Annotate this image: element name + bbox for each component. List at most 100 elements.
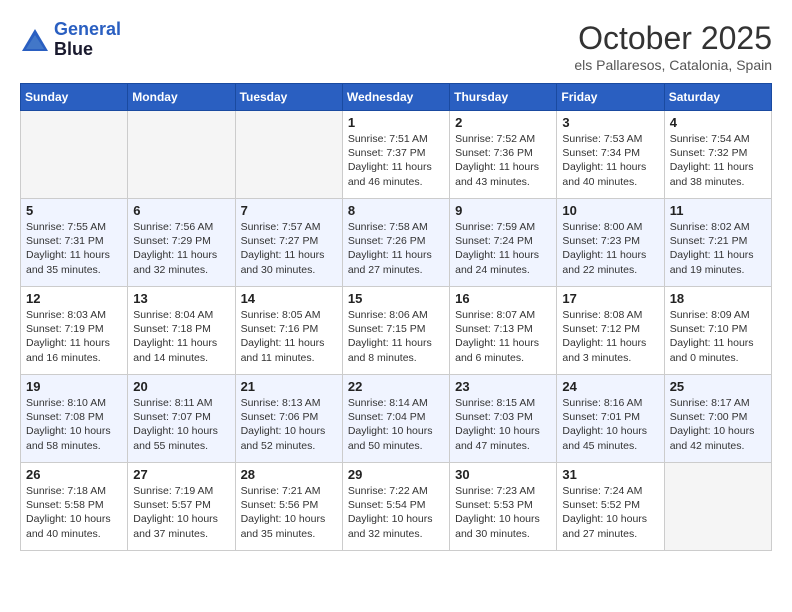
day-info: Sunrise: 8:08 AM Sunset: 7:12 PM Dayligh… [562, 308, 658, 365]
day-info: Sunrise: 8:15 AM Sunset: 7:03 PM Dayligh… [455, 396, 551, 453]
day-number: 7 [241, 203, 337, 218]
logo-text: General Blue [54, 20, 121, 60]
day-number: 23 [455, 379, 551, 394]
day-number: 26 [26, 467, 122, 482]
calendar-cell [128, 111, 235, 199]
day-info: Sunrise: 7:23 AM Sunset: 5:53 PM Dayligh… [455, 484, 551, 541]
day-info: Sunrise: 8:14 AM Sunset: 7:04 PM Dayligh… [348, 396, 444, 453]
calendar-cell: 13 Sunrise: 8:04 AM Sunset: 7:18 PM Dayli… [128, 287, 235, 375]
calendar-cell: 11Sunrise: 8:02 AM Sunset: 7:21 PM Dayli… [664, 199, 771, 287]
day-info: Sunrise: 7:51 AM Sunset: 7:37 PM Dayligh… [348, 132, 444, 189]
calendar-week-3: 19 Sunrise: 8:10 AM Sunset: 7:08 PM Dayli… [21, 375, 772, 463]
location: els Pallaresos, Catalonia, Spain [574, 57, 772, 73]
day-info: Sunrise: 7:55 AM Sunset: 7:31 PM Dayligh… [26, 220, 122, 277]
day-info: Sunrise: 8:17 AM Sunset: 7:00 PM Dayligh… [670, 396, 766, 453]
calendar: SundayMondayTuesdayWednesdayThursdayFrid… [20, 83, 772, 551]
day-info: Sunrise: 7:53 AM Sunset: 7:34 PM Dayligh… [562, 132, 658, 189]
calendar-cell [235, 111, 342, 199]
weekday-header-saturday: Saturday [664, 84, 771, 111]
calendar-cell: 5 Sunrise: 7:55 AM Sunset: 7:31 PM Daylig… [21, 199, 128, 287]
calendar-cell: 27 Sunrise: 7:19 AM Sunset: 5:57 PM Dayli… [128, 463, 235, 551]
logo-icon [20, 25, 50, 55]
day-info: Sunrise: 7:52 AM Sunset: 7:36 PM Dayligh… [455, 132, 551, 189]
calendar-cell: 22 Sunrise: 8:14 AM Sunset: 7:04 PM Dayli… [342, 375, 449, 463]
calendar-cell: 26 Sunrise: 7:18 AM Sunset: 5:58 PM Dayli… [21, 463, 128, 551]
day-number: 18 [670, 291, 766, 306]
day-number: 10 [562, 203, 658, 218]
calendar-cell: 20 Sunrise: 8:11 AM Sunset: 7:07 PM Dayli… [128, 375, 235, 463]
day-info: Sunrise: 8:10 AM Sunset: 7:08 PM Dayligh… [26, 396, 122, 453]
calendar-cell: 9 Sunrise: 7:59 AM Sunset: 7:24 PM Daylig… [450, 199, 557, 287]
day-info: Sunrise: 7:19 AM Sunset: 5:57 PM Dayligh… [133, 484, 229, 541]
day-info: Sunrise: 7:22 AM Sunset: 5:54 PM Dayligh… [348, 484, 444, 541]
calendar-week-2: 12Sunrise: 8:03 AM Sunset: 7:19 PM Dayli… [21, 287, 772, 375]
day-number: 8 [348, 203, 444, 218]
calendar-cell: 10 Sunrise: 8:00 AM Sunset: 7:23 PM Dayli… [557, 199, 664, 287]
day-number: 6 [133, 203, 229, 218]
calendar-cell: 2 Sunrise: 7:52 AM Sunset: 7:36 PM Daylig… [450, 111, 557, 199]
day-number: 11 [670, 203, 766, 218]
day-info: Sunrise: 8:09 AM Sunset: 7:10 PM Dayligh… [670, 308, 766, 365]
logo: General Blue [20, 20, 121, 60]
day-number: 25 [670, 379, 766, 394]
calendar-cell: 24Sunrise: 8:16 AM Sunset: 7:01 PM Dayli… [557, 375, 664, 463]
weekday-header-monday: Monday [128, 84, 235, 111]
day-number: 29 [348, 467, 444, 482]
day-number: 14 [241, 291, 337, 306]
day-info: Sunrise: 8:05 AM Sunset: 7:16 PM Dayligh… [241, 308, 337, 365]
day-info: Sunrise: 7:21 AM Sunset: 5:56 PM Dayligh… [241, 484, 337, 541]
calendar-cell: 1 Sunrise: 7:51 AM Sunset: 7:37 PM Daylig… [342, 111, 449, 199]
day-info: Sunrise: 7:59 AM Sunset: 7:24 PM Dayligh… [455, 220, 551, 277]
calendar-cell: 28 Sunrise: 7:21 AM Sunset: 5:56 PM Dayli… [235, 463, 342, 551]
calendar-cell: 14 Sunrise: 8:05 AM Sunset: 7:16 PM Dayli… [235, 287, 342, 375]
calendar-week-4: 26 Sunrise: 7:18 AM Sunset: 5:58 PM Dayli… [21, 463, 772, 551]
day-number: 20 [133, 379, 229, 394]
day-number: 12 [26, 291, 122, 306]
day-number: 19 [26, 379, 122, 394]
day-number: 22 [348, 379, 444, 394]
day-number: 9 [455, 203, 551, 218]
weekday-header-row: SundayMondayTuesdayWednesdayThursdayFrid… [21, 84, 772, 111]
calendar-cell: 31Sunrise: 7:24 AM Sunset: 5:52 PM Dayli… [557, 463, 664, 551]
calendar-cell: 18 Sunrise: 8:09 AM Sunset: 7:10 PM Dayli… [664, 287, 771, 375]
day-info: Sunrise: 8:00 AM Sunset: 7:23 PM Dayligh… [562, 220, 658, 277]
day-number: 21 [241, 379, 337, 394]
calendar-cell: 30 Sunrise: 7:23 AM Sunset: 5:53 PM Dayli… [450, 463, 557, 551]
page-header: General Blue October 2025 els Pallaresos… [20, 20, 772, 73]
day-number: 3 [562, 115, 658, 130]
day-info: Sunrise: 8:04 AM Sunset: 7:18 PM Dayligh… [133, 308, 229, 365]
calendar-cell: 8Sunrise: 7:58 AM Sunset: 7:26 PM Daylig… [342, 199, 449, 287]
weekday-header-sunday: Sunday [21, 84, 128, 111]
day-number: 31 [562, 467, 658, 482]
day-number: 13 [133, 291, 229, 306]
weekday-header-tuesday: Tuesday [235, 84, 342, 111]
calendar-cell: 3 Sunrise: 7:53 AM Sunset: 7:34 PM Daylig… [557, 111, 664, 199]
calendar-cell: 17Sunrise: 8:08 AM Sunset: 7:12 PM Dayli… [557, 287, 664, 375]
day-number: 28 [241, 467, 337, 482]
day-number: 16 [455, 291, 551, 306]
calendar-cell: 7Sunrise: 7:57 AM Sunset: 7:27 PM Daylig… [235, 199, 342, 287]
month-title: October 2025 [574, 20, 772, 57]
calendar-cell: 29 Sunrise: 7:22 AM Sunset: 5:54 PM Dayli… [342, 463, 449, 551]
day-number: 1 [348, 115, 444, 130]
day-number: 2 [455, 115, 551, 130]
weekday-header-friday: Friday [557, 84, 664, 111]
calendar-cell: 12Sunrise: 8:03 AM Sunset: 7:19 PM Dayli… [21, 287, 128, 375]
weekday-header-wednesday: Wednesday [342, 84, 449, 111]
day-info: Sunrise: 7:56 AM Sunset: 7:29 PM Dayligh… [133, 220, 229, 277]
calendar-cell: 15Sunrise: 8:06 AM Sunset: 7:15 PM Dayli… [342, 287, 449, 375]
day-number: 5 [26, 203, 122, 218]
weekday-header-thursday: Thursday [450, 84, 557, 111]
title-block: October 2025 els Pallaresos, Catalonia, … [574, 20, 772, 73]
day-info: Sunrise: 8:11 AM Sunset: 7:07 PM Dayligh… [133, 396, 229, 453]
calendar-cell [21, 111, 128, 199]
calendar-cell: 6 Sunrise: 7:56 AM Sunset: 7:29 PM Daylig… [128, 199, 235, 287]
calendar-cell: 21Sunrise: 8:13 AM Sunset: 7:06 PM Dayli… [235, 375, 342, 463]
day-info: Sunrise: 7:18 AM Sunset: 5:58 PM Dayligh… [26, 484, 122, 541]
day-number: 24 [562, 379, 658, 394]
day-number: 30 [455, 467, 551, 482]
day-number: 27 [133, 467, 229, 482]
day-info: Sunrise: 8:06 AM Sunset: 7:15 PM Dayligh… [348, 308, 444, 365]
calendar-cell [664, 463, 771, 551]
calendar-cell: 19 Sunrise: 8:10 AM Sunset: 7:08 PM Dayli… [21, 375, 128, 463]
